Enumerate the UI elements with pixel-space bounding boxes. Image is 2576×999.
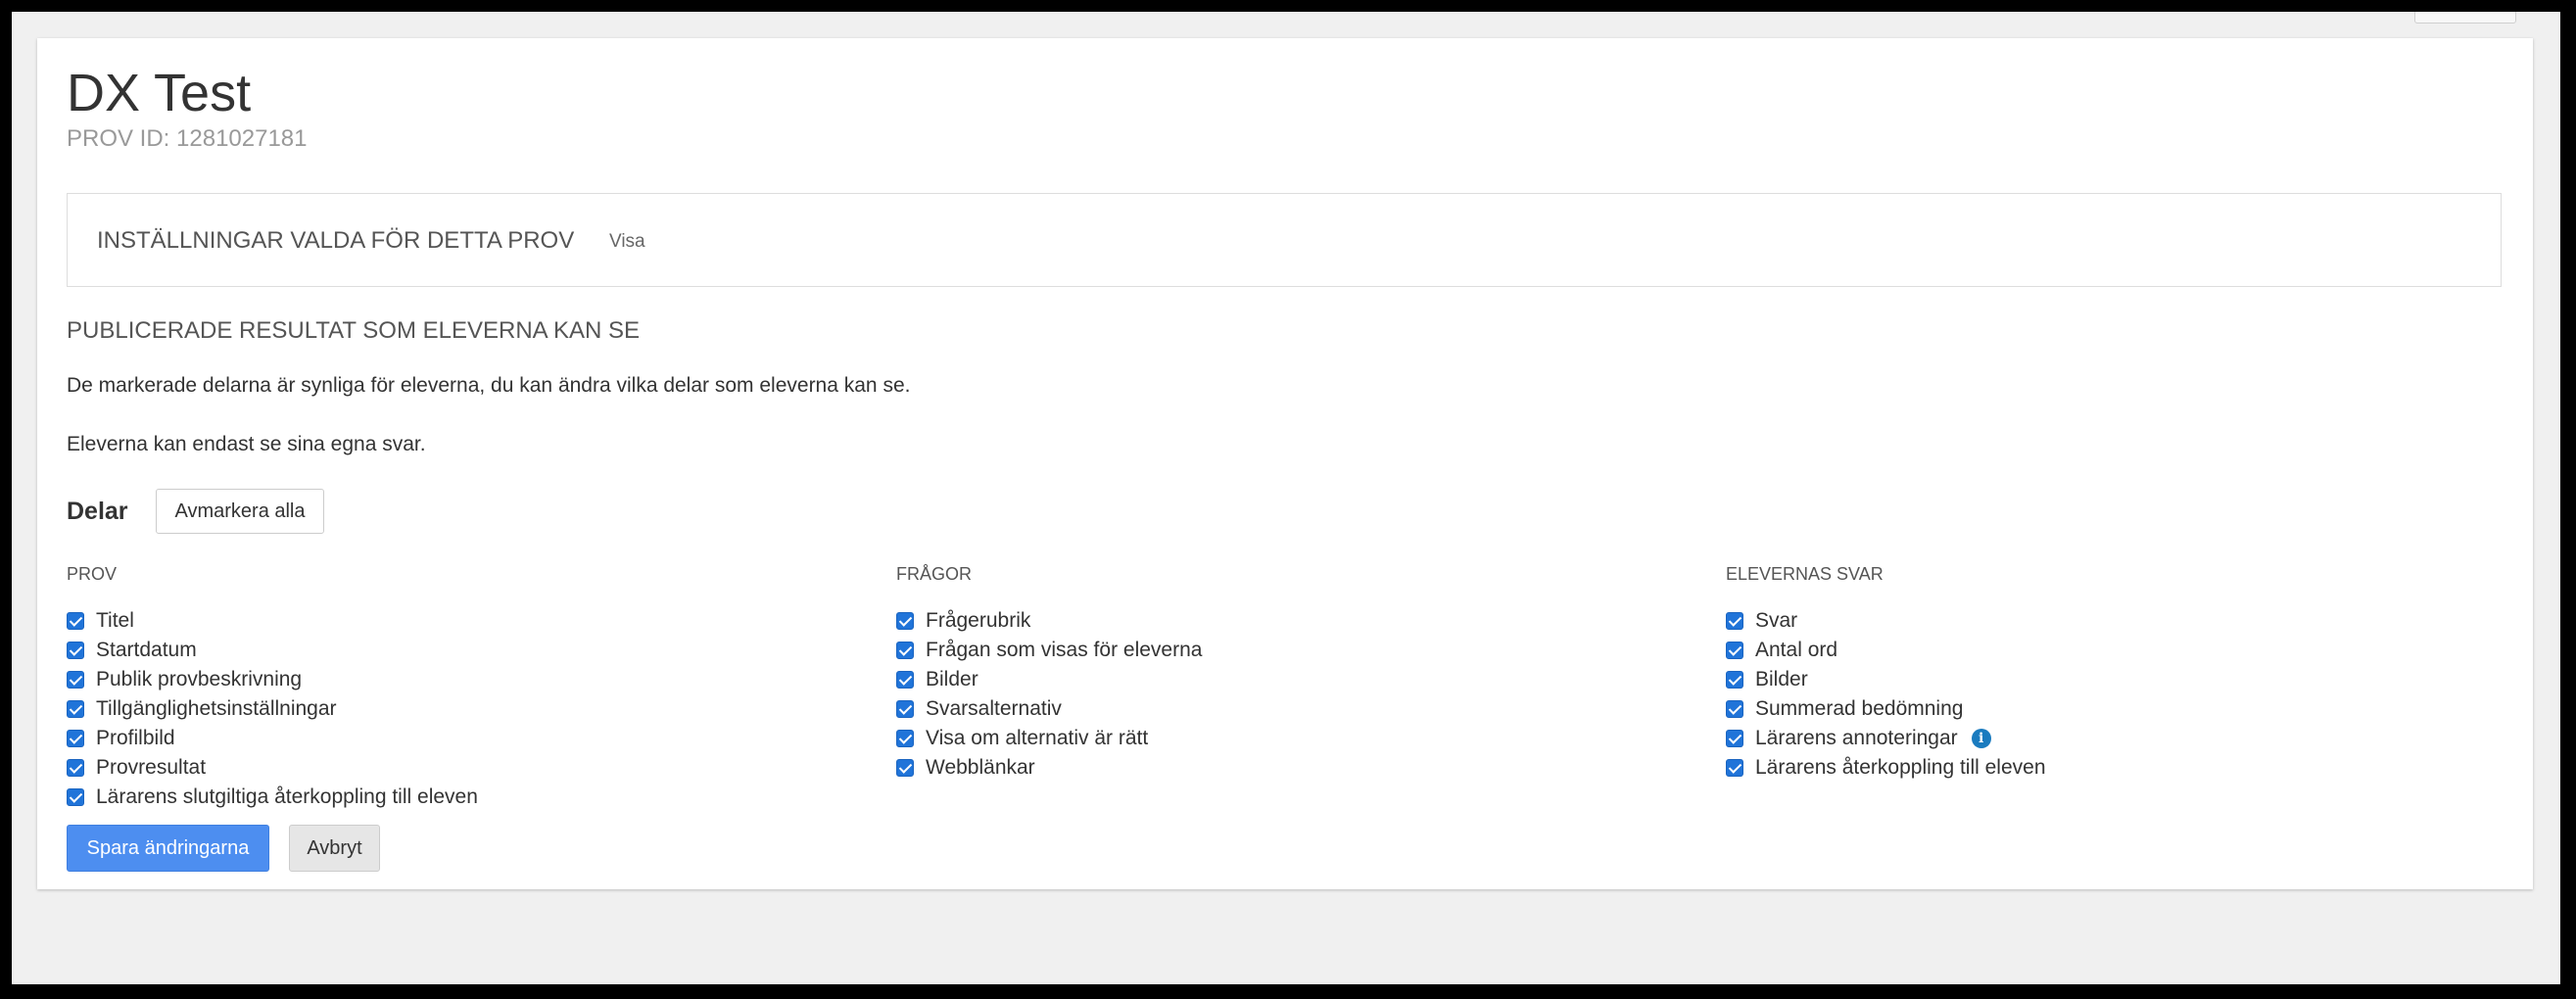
checkbox[interactable]	[67, 700, 84, 718]
check-item-label: Svarsalternativ	[926, 697, 1062, 720]
save-changes-button[interactable]: Spara ändringarna	[67, 825, 269, 872]
check-item-slutgiltiga-aterkoppling[interactable]: Lärarens slutgiltiga återkoppling till e…	[67, 783, 478, 812]
check-item-tillganglighetsinstallningar[interactable]: Tillgänglighetsinställningar	[67, 694, 478, 724]
column-heading: ELEVERNAS SVAR	[1726, 564, 1884, 584]
check-item-lararens-aterkoppling[interactable]: Lärarens återkoppling till eleven	[1726, 753, 2046, 783]
check-item-svarsalternativ[interactable]: Svarsalternativ	[896, 694, 1202, 724]
check-item-label: Profilbild	[96, 727, 175, 749]
check-item-label: Publik provbeskrivning	[96, 668, 303, 690]
check-list: Frågerubrik Frågan som visas för elevern…	[896, 606, 1202, 783]
checkbox[interactable]	[1726, 759, 1743, 777]
column-prov: PROV Titel Startdatum Publik provbeskriv…	[67, 564, 478, 812]
checkbox[interactable]	[896, 700, 914, 718]
checkbox[interactable]	[896, 642, 914, 659]
check-item-label: Tillgänglighetsinställningar	[96, 697, 337, 720]
check-item-label: Summerad bedömning	[1755, 697, 1964, 720]
check-item-lararens-annoteringar[interactable]: Lärarens annoteringar i	[1726, 724, 2046, 753]
checkbox[interactable]	[1726, 642, 1743, 659]
column-fragor: FRÅGOR Frågerubrik Frågan som visas för …	[896, 564, 1202, 783]
check-item-startdatum[interactable]: Startdatum	[67, 636, 478, 665]
results-own-answers-text: Eleverna kan endast se sina egna svar.	[67, 433, 426, 455]
check-list: Titel Startdatum Publik provbeskrivning …	[67, 606, 478, 812]
column-heading: FRÅGOR	[896, 564, 973, 584]
check-item-label: Provresultat	[96, 756, 207, 779]
settings-card: DX Test PROV ID: 1281027181 INSTÄLLNINGA…	[37, 38, 2533, 889]
check-item-label: Antal ord	[1755, 639, 1838, 661]
check-item-svar[interactable]: Svar	[1726, 606, 2046, 636]
check-item-publik-provbeskrivning[interactable]: Publik provbeskrivning	[67, 665, 478, 694]
column-elevernas-svar: ELEVERNAS SVAR Svar Antal ord Bilder Sum…	[1726, 564, 2046, 783]
checkbox[interactable]	[896, 612, 914, 630]
results-heading: PUBLICERADE RESULTAT SOM ELEVERNA KAN SE	[67, 317, 641, 344]
checkbox[interactable]	[896, 730, 914, 747]
parts-label: Delar	[67, 498, 128, 525]
check-item-label: Frågan som visas för eleverna	[926, 639, 1203, 661]
checkbox[interactable]	[67, 671, 84, 689]
show-settings-link[interactable]: Visa	[609, 231, 645, 253]
check-item-webblankar[interactable]: Webblänkar	[896, 753, 1202, 783]
check-item-provresultat[interactable]: Provresultat	[67, 753, 478, 783]
check-item-label: Webblänkar	[926, 756, 1035, 779]
checkbox[interactable]	[67, 788, 84, 806]
page-title: DX Test	[67, 64, 252, 122]
checkbox[interactable]	[67, 759, 84, 777]
check-item-label: Frågerubrik	[926, 609, 1031, 632]
check-item-label: Bilder	[926, 668, 978, 690]
check-list: Svar Antal ord Bilder Summerad bedömning…	[1726, 606, 2046, 783]
settings-panel: INSTÄLLNINGAR VALDA FÖR DETTA PROV Visa	[67, 193, 2502, 287]
check-item-profilbild[interactable]: Profilbild	[67, 724, 478, 753]
check-item-antal-ord[interactable]: Antal ord	[1726, 636, 2046, 665]
check-item-label: Lärarens annoteringar	[1755, 727, 1958, 749]
check-item-summerad-bedomning[interactable]: Summerad bedömning	[1726, 694, 2046, 724]
page-viewport: DX Test PROV ID: 1281027181 INSTÄLLNINGA…	[12, 12, 2560, 984]
results-info-text: De markerade delarna är synliga för elev…	[67, 374, 911, 397]
check-item-label: Svar	[1755, 609, 1798, 632]
checkbox[interactable]	[896, 759, 914, 777]
check-item-bilder[interactable]: Bilder	[1726, 665, 2046, 694]
checkbox[interactable]	[1726, 700, 1743, 718]
check-item-visa-om-ratt[interactable]: Visa om alternativ är rätt	[896, 724, 1202, 753]
check-item-label: Startdatum	[96, 639, 197, 661]
check-item-fragerubrik[interactable]: Frågerubrik	[896, 606, 1202, 636]
check-item-label: Lärarens slutgiltiga återkoppling till e…	[96, 785, 478, 808]
info-icon[interactable]: i	[1971, 729, 1991, 748]
cancel-button[interactable]: Avbryt	[289, 825, 380, 872]
settings-heading: INSTÄLLNINGAR VALDA FÖR DETTA PROV	[97, 227, 575, 254]
check-item-fragan-som-visas[interactable]: Frågan som visas för eleverna	[896, 636, 1202, 665]
check-item-label: Bilder	[1755, 668, 1808, 690]
checkbox[interactable]	[67, 642, 84, 659]
top-toolbar-button[interactable]	[2414, 12, 2516, 24]
checkbox[interactable]	[67, 612, 84, 630]
checkbox[interactable]	[1726, 730, 1743, 747]
column-heading: PROV	[67, 564, 118, 584]
check-item-label: Lärarens återkoppling till eleven	[1755, 756, 2046, 779]
check-item-label: Visa om alternativ är rätt	[926, 727, 1149, 749]
check-item-bilder[interactable]: Bilder	[896, 665, 1202, 694]
unmark-all-button[interactable]: Avmarkera alla	[156, 489, 324, 534]
checkbox[interactable]	[1726, 671, 1743, 689]
check-item-label: Titel	[96, 609, 134, 632]
prov-id: PROV ID: 1281027181	[67, 125, 308, 152]
checkbox[interactable]	[67, 730, 84, 747]
checkbox[interactable]	[896, 671, 914, 689]
checkbox[interactable]	[1726, 612, 1743, 630]
check-item-titel[interactable]: Titel	[67, 606, 478, 636]
